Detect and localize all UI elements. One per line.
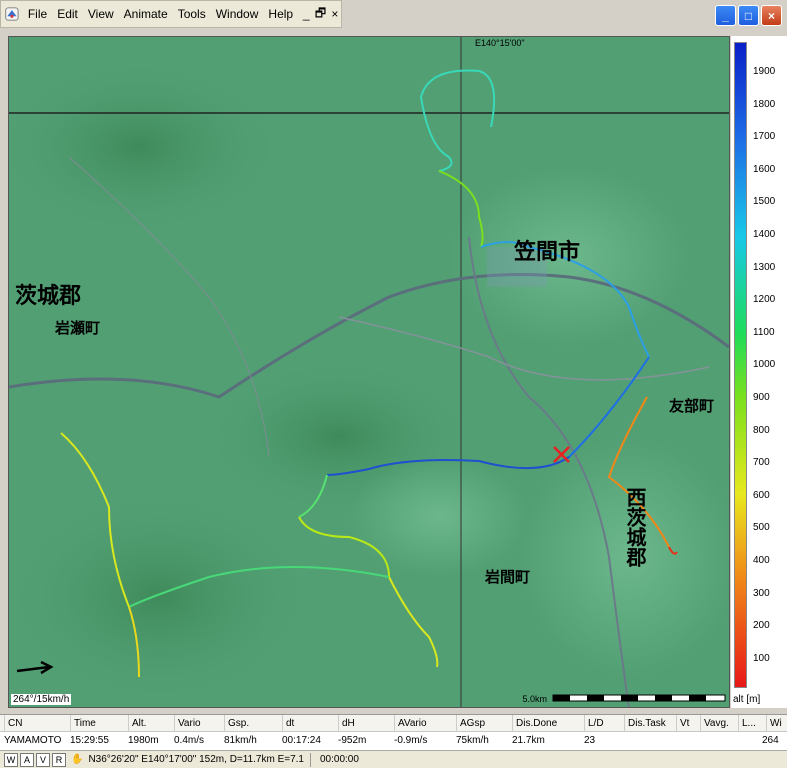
status-time: 00:00:00 [320, 754, 359, 765]
menu-tools[interactable]: Tools [173, 7, 211, 21]
stats-value-cell: 23 [584, 735, 596, 746]
stats-column-header[interactable]: L/D [584, 715, 604, 732]
terrain-map: 笠間市 茨城郡 岩瀬町 友部町 岩間町 西茨城郡 [9, 37, 729, 707]
place-label: 西茨城郡 [623, 487, 647, 568]
stats-column-header[interactable]: Vario [174, 715, 201, 732]
altitude-tick-label: 1400 [753, 229, 776, 240]
menu-view[interactable]: View [83, 7, 119, 21]
stats-value-cell: 0.4m/s [174, 735, 205, 746]
stats-value-cell: 00:17:24 [282, 735, 321, 746]
altitude-tick-label: 1700 [753, 131, 776, 143]
place-label: 笠間市 [513, 239, 580, 265]
stats-header-row: CN Time Alt. Vario Gsp. dt dH AVario AGsp Dis.Don… [0, 715, 787, 732]
altitude-tick-label: 300 [753, 587, 770, 599]
longitude-label: E140°15'00" [475, 38, 525, 48]
altitude-tick-label: 100 [753, 652, 770, 664]
status-r-button[interactable]: R [52, 752, 66, 767]
hand-icon[interactable]: ✋ [71, 754, 83, 765]
wind-label: 264°/15km/h [11, 694, 72, 705]
minimize-button[interactable]: _ [715, 5, 736, 26]
place-label: 岩間町 [484, 568, 530, 586]
menu-help[interactable]: Help [263, 7, 298, 21]
stats-value-cell: 81km/h [224, 735, 257, 746]
place-label: 茨城郡 [15, 283, 81, 309]
place-label: 岩瀬町 [54, 319, 100, 337]
close-button[interactable]: × [761, 5, 782, 26]
place-label: 友部町 [669, 397, 714, 415]
stats-column-header[interactable]: dt [282, 715, 294, 732]
altitude-tick-label: 500 [753, 522, 770, 534]
status-separator [310, 752, 311, 767]
stats-column-header[interactable]: Gsp. [224, 715, 249, 732]
stats-value-cell: 21.7km [512, 735, 545, 746]
stats-column-header[interactable]: dH [338, 715, 355, 732]
stats-column-header[interactable]: Alt. [128, 715, 146, 732]
window-controls: _ □ × [715, 5, 782, 26]
stats-column-header[interactable]: AVario [394, 715, 427, 732]
stats-column-header[interactable]: CN [4, 715, 22, 732]
app-icon[interactable] [5, 5, 19, 23]
altitude-tick-label: 1000 [753, 359, 776, 371]
flight-stats-table: CN Time Alt. Vario Gsp. dt dH AVario AGsp Dis.Don… [0, 714, 787, 750]
menu-edit[interactable]: Edit [52, 7, 83, 21]
altitude-unit-label: alt [m] [733, 694, 761, 705]
stats-value-cell: -952m [338, 735, 367, 746]
map-view[interactable]: 笠間市 茨城郡 岩瀬町 友部町 岩間町 西茨城郡 E140°15'00" 5.0… [8, 36, 730, 708]
status-v-button[interactable]: V [36, 752, 50, 767]
scale-label: 5.0km [522, 694, 547, 704]
stats-column-header[interactable]: L... [738, 715, 756, 732]
stats-column-header[interactable]: Time [70, 715, 96, 732]
altitude-legend: 1900 1800 1700 1600 1500 1400 1300 1200 1100 1000… [731, 36, 787, 708]
stats-value-cell: 75km/h [456, 735, 489, 746]
stats-value-cell: 1980m [128, 735, 159, 746]
altitude-tick-label: 1900 [753, 66, 776, 77]
stats-column-header[interactable]: Vavg. [700, 715, 729, 732]
menu-window[interactable]: Window [211, 7, 264, 21]
status-a-button[interactable]: A [20, 752, 34, 767]
altitude-tick-label: 1600 [753, 163, 776, 175]
altitude-tick-label: 800 [753, 424, 770, 436]
maximize-button[interactable]: □ [738, 5, 759, 26]
stats-column-header[interactable]: Dis.Task [624, 715, 666, 732]
altitude-tick-label: 200 [753, 620, 770, 632]
stats-value-cell: 15:29:55 [70, 735, 109, 746]
altitude-tick-label: 900 [753, 392, 770, 403]
altitude-tick-label: 400 [753, 555, 770, 566]
stats-value-cell: -0.9m/s [394, 735, 428, 746]
mdi-minimize-button[interactable]: _ [300, 7, 312, 21]
altitude-tick-label: 600 [753, 489, 770, 501]
altitude-color-bar [734, 42, 747, 688]
stats-value-cell: YAMAMOTO [4, 735, 62, 746]
status-bar: W A V R ✋ N36°26'20" E140°17'00" 152m, D… [0, 750, 787, 768]
altitude-tick-label: 1800 [753, 98, 776, 110]
scale-bar [552, 694, 726, 702]
status-w-button[interactable]: W [4, 752, 18, 767]
cursor-position: N36°26'20" E140°17'00" 152m, D=11.7km E=… [88, 754, 304, 765]
mdi-close-button[interactable]: × [329, 7, 341, 21]
altitude-tick-label: 1200 [753, 294, 776, 306]
stats-value-row[interactable]: YAMAMOTO 15:29:55 1980m 0.4m/s 81km/h 00:17:2… [0, 733, 787, 750]
altitude-tick-label: 1100 [753, 326, 775, 338]
altitude-tick-label: 1300 [753, 261, 776, 273]
stats-column-header[interactable]: Wi [766, 715, 782, 732]
altitude-tick-label: 700 [753, 457, 770, 469]
menu-file[interactable]: File [23, 7, 52, 21]
altitude-tick-label: 1500 [753, 196, 776, 208]
stats-value-cell: 264 [762, 735, 779, 746]
stats-column-header[interactable]: AGsp [456, 715, 485, 732]
menu-bar: File Edit View Animate Tools Window Help… [0, 0, 342, 28]
stats-column-header[interactable]: Dis.Done [512, 715, 557, 732]
mdi-restore-button[interactable]: 🗗 [314, 4, 326, 25]
stats-column-header[interactable]: Vt [676, 715, 689, 732]
menu-animate[interactable]: Animate [119, 7, 173, 21]
